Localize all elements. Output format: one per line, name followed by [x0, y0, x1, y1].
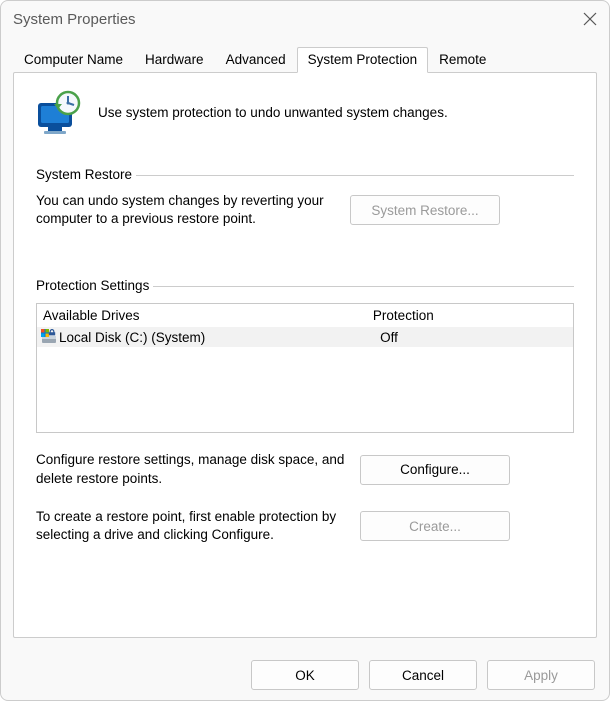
- tab-system-protection[interactable]: System Protection: [297, 47, 429, 73]
- tab-panel-system-protection: Use system protection to undo unwanted s…: [13, 72, 597, 638]
- system-restore-button[interactable]: System Restore...: [350, 195, 500, 225]
- tab-hardware[interactable]: Hardware: [134, 47, 215, 72]
- create-description: To create a restore point, first enable …: [36, 508, 346, 544]
- configure-button[interactable]: Configure...: [360, 455, 510, 485]
- dialog-footer: OK Cancel Apply: [1, 650, 609, 700]
- cancel-button[interactable]: Cancel: [369, 660, 477, 690]
- header-message: Use system protection to undo unwanted s…: [98, 105, 448, 121]
- drives-table: Available Drives Protection: [36, 303, 574, 433]
- tab-remote[interactable]: Remote: [428, 47, 497, 72]
- drive-name: Local Disk (C:) (System): [59, 330, 380, 345]
- apply-button[interactable]: Apply: [487, 660, 595, 690]
- drive-icon: [41, 329, 57, 345]
- titlebar: System Properties: [1, 1, 609, 37]
- column-header-protection: Protection: [373, 308, 567, 323]
- window-title: System Properties: [13, 11, 136, 28]
- tab-advanced[interactable]: Advanced: [215, 47, 297, 72]
- system-properties-window: System Properties Computer Name Hardware…: [0, 0, 610, 701]
- ok-button[interactable]: OK: [251, 660, 359, 690]
- group-label-protection-settings: Protection Settings: [36, 278, 149, 293]
- tab-computer-name[interactable]: Computer Name: [13, 47, 134, 72]
- configure-description: Configure restore settings, manage disk …: [36, 451, 346, 487]
- drive-protection-status: Off: [380, 330, 569, 345]
- system-protection-icon: [36, 89, 84, 137]
- tab-strip: Computer Name Hardware Advanced System P…: [13, 37, 597, 72]
- group-divider: [136, 175, 574, 176]
- create-button[interactable]: Create...: [360, 511, 510, 541]
- column-header-drives: Available Drives: [43, 308, 373, 323]
- system-restore-description: You can undo system changes by reverting…: [36, 192, 336, 228]
- close-icon[interactable]: [583, 12, 597, 26]
- drive-row[interactable]: Local Disk (C:) (System) Off: [37, 327, 573, 347]
- group-label-system-restore: System Restore: [36, 167, 132, 182]
- group-divider: [153, 286, 574, 287]
